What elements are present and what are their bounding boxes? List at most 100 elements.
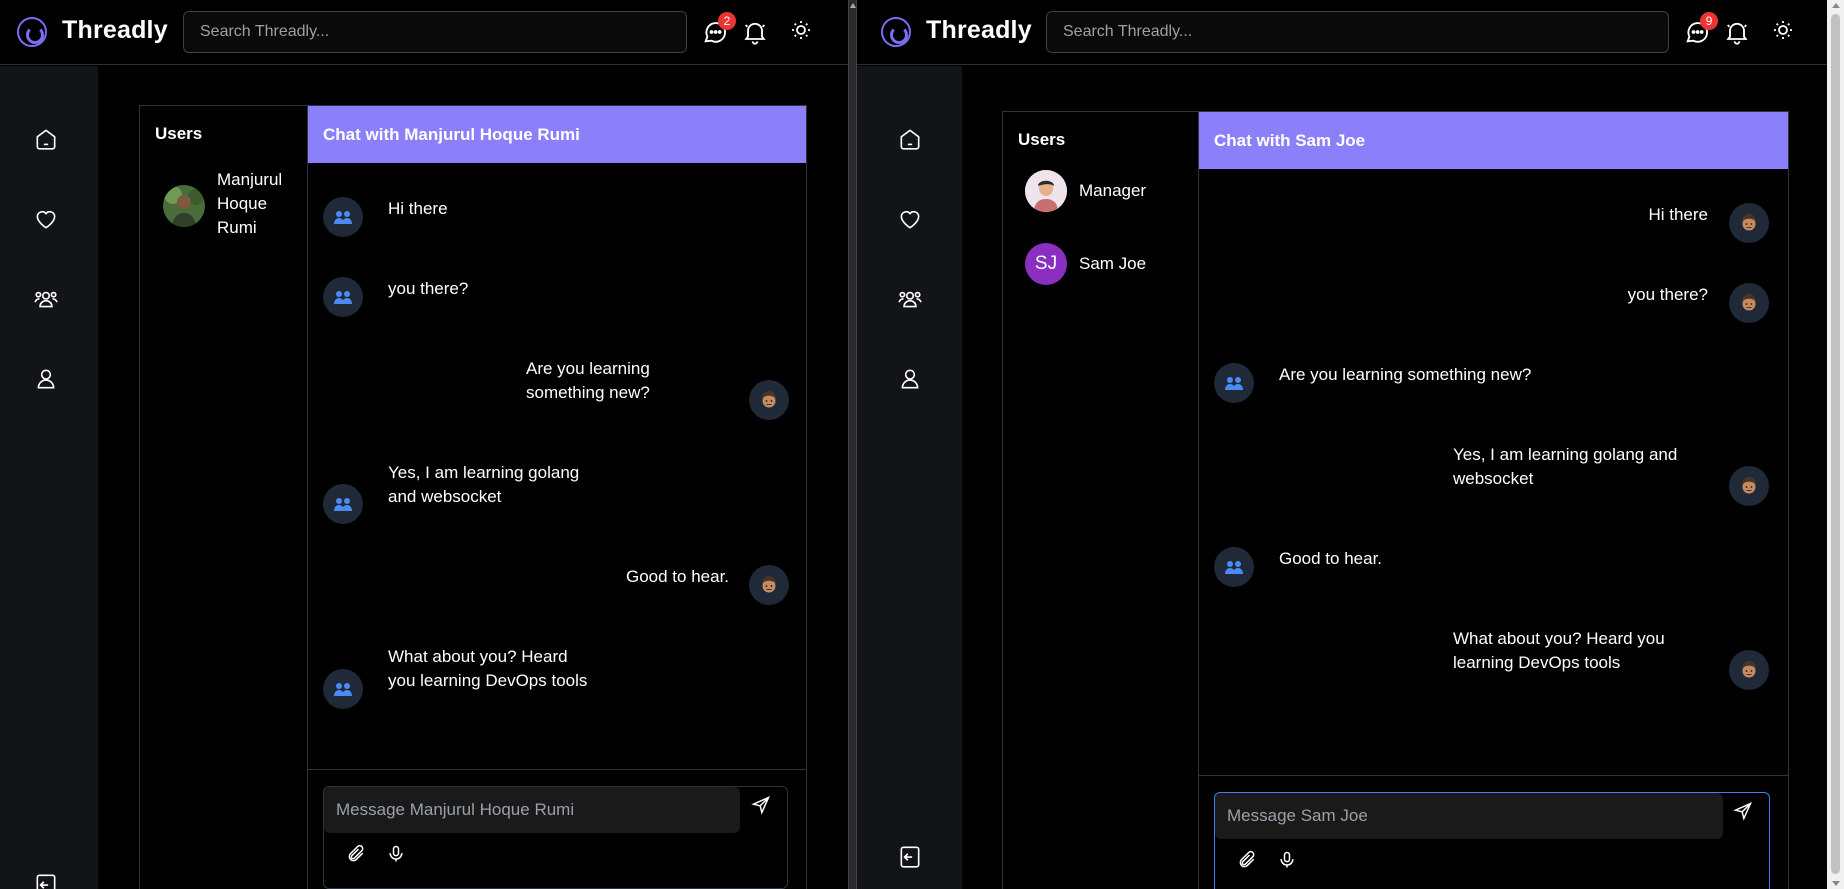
users-group-icon bbox=[1225, 560, 1243, 579]
right-app-window: Threadly 9 Users bbox=[857, 0, 1827, 889]
microphone-icon[interactable] bbox=[386, 844, 408, 866]
home-icon[interactable] bbox=[33, 126, 61, 154]
heart-icon[interactable] bbox=[897, 206, 925, 234]
avatar bbox=[1025, 170, 1067, 212]
send-icon[interactable] bbox=[751, 795, 777, 821]
user-item-sam-joe[interactable]: SJ Sam Joe bbox=[1003, 243, 1198, 301]
users-group-icon[interactable] bbox=[897, 286, 925, 314]
heart-icon[interactable] bbox=[33, 206, 61, 234]
message-composer bbox=[323, 786, 788, 889]
users-title: Users bbox=[155, 124, 203, 143]
message-line: Hi there bbox=[388, 199, 448, 218]
search-input[interactable] bbox=[1046, 11, 1669, 53]
message-incoming: Are you learning something new? bbox=[1279, 363, 1531, 387]
face-icon bbox=[1740, 213, 1758, 238]
message-composer bbox=[1214, 792, 1770, 889]
user-item-manjurul[interactable]: Manjurul Hoque Rumi bbox=[140, 168, 307, 243]
self-avatar bbox=[1729, 650, 1769, 690]
message-outgoing: Yes, I am learning golang and websocket bbox=[1453, 443, 1677, 491]
message-line: and websocket bbox=[388, 487, 502, 506]
home-icon[interactable] bbox=[897, 126, 925, 154]
messages-badge: 9 bbox=[1700, 12, 1718, 30]
users-column: Users Manjurul Hoque Rumi bbox=[140, 106, 308, 889]
sidebar-nav bbox=[0, 66, 98, 889]
chat-header: Chat with Sam Joe bbox=[1199, 112, 1788, 169]
search-input[interactable] bbox=[183, 11, 687, 53]
messages-badge: 2 bbox=[718, 12, 736, 30]
logo-icon bbox=[17, 17, 47, 47]
avatar bbox=[163, 185, 205, 227]
bell-icon[interactable] bbox=[1723, 18, 1751, 46]
message-input[interactable] bbox=[1215, 793, 1723, 839]
users-group-icon bbox=[334, 682, 352, 701]
message-outgoing: you there? bbox=[1628, 283, 1708, 307]
users-group-icon bbox=[334, 290, 352, 309]
message-line: What about you? Heard bbox=[388, 647, 568, 666]
pane-divider[interactable] bbox=[848, 0, 857, 889]
user-name: Manager bbox=[1079, 181, 1147, 200]
message-incoming: What about you? Heard you learning DevOp… bbox=[388, 645, 587, 693]
contact-avatar bbox=[323, 277, 363, 317]
chat-panel: Users Manjurul Hoque Rumi Chat with Manj… bbox=[139, 105, 807, 889]
message-incoming: Good to hear. bbox=[1279, 547, 1382, 571]
paperclip-icon[interactable] bbox=[346, 844, 368, 866]
composer-divider bbox=[308, 769, 806, 770]
users-column: Users Manager SJ Sam Joe bbox=[1003, 112, 1199, 889]
scroll-up-icon[interactable] bbox=[1832, 3, 1840, 8]
chat-title: Chat with Sam Joe bbox=[1214, 131, 1366, 150]
messages-icon[interactable]: 2 bbox=[701, 12, 736, 46]
user-name: Sam Joe bbox=[1079, 254, 1147, 273]
messages-icon[interactable]: 9 bbox=[1683, 12, 1718, 46]
message-line: Hi there bbox=[1648, 205, 1708, 224]
message-incoming: Yes, I am learning golang and websocket bbox=[388, 461, 579, 509]
message-line: learning DevOps tools bbox=[1453, 653, 1621, 672]
send-icon[interactable] bbox=[1733, 801, 1759, 827]
message-incoming: you there? bbox=[388, 277, 468, 301]
chat-header: Chat with Manjurul Hoque Rumi bbox=[308, 106, 806, 163]
self-avatar bbox=[1729, 203, 1769, 243]
user-name-line: Hoque bbox=[217, 194, 268, 213]
user-name-line: Manjurul bbox=[217, 170, 283, 189]
message-line: you learning DevOps tools bbox=[388, 671, 588, 690]
logout-icon[interactable] bbox=[33, 872, 61, 889]
self-avatar bbox=[749, 565, 789, 605]
brand-name: Threadly bbox=[62, 16, 168, 44]
user-icon[interactable] bbox=[33, 366, 61, 394]
sun-icon[interactable] bbox=[1771, 18, 1799, 46]
users-group-icon bbox=[334, 497, 352, 516]
chat-panel: Users Manager SJ Sam Joe Chat with Sam J… bbox=[1002, 111, 1789, 889]
chat-area: Chat with Manjurul Hoque Rumi Hi there y… bbox=[308, 106, 806, 889]
microphone-icon[interactable] bbox=[1277, 850, 1299, 872]
message-line: you there? bbox=[1627, 285, 1708, 304]
topbar: Threadly 2 bbox=[0, 0, 848, 65]
message-input[interactable] bbox=[324, 787, 740, 833]
user-item-manager[interactable]: Manager bbox=[1003, 170, 1198, 228]
message-line: Yes, I am learning golang bbox=[388, 463, 580, 482]
avatar: SJ bbox=[1025, 243, 1067, 285]
composer-divider bbox=[1199, 775, 1788, 776]
page-scrollbar[interactable] bbox=[1827, 0, 1844, 889]
users-group-icon bbox=[1225, 376, 1243, 395]
face-icon bbox=[1740, 293, 1758, 318]
user-name-line: Rumi bbox=[217, 218, 257, 237]
face-icon bbox=[1740, 660, 1758, 685]
sun-icon[interactable] bbox=[789, 18, 817, 46]
scroll-down-icon[interactable] bbox=[1832, 881, 1840, 886]
scrollbar-thumb[interactable] bbox=[1831, 14, 1840, 874]
user-name: Manjurul Hoque Rumi bbox=[217, 168, 282, 240]
face-icon bbox=[760, 575, 778, 600]
logo-icon bbox=[881, 17, 911, 47]
contact-avatar bbox=[1214, 547, 1254, 587]
brand-name: Threadly bbox=[926, 16, 1032, 44]
message-outgoing: Are you learning something new? bbox=[526, 357, 650, 405]
logout-icon[interactable] bbox=[897, 844, 925, 872]
contact-avatar bbox=[1214, 363, 1254, 403]
message-line: websocket bbox=[1453, 469, 1534, 488]
users-group-icon[interactable] bbox=[33, 286, 61, 314]
left-app-window: Threadly 2 Users bbox=[0, 0, 848, 889]
bell-icon[interactable] bbox=[741, 18, 769, 46]
paperclip-icon[interactable] bbox=[1237, 850, 1259, 872]
topbar: Threadly 9 bbox=[857, 0, 1827, 65]
user-icon[interactable] bbox=[897, 366, 925, 394]
users-title: Users bbox=[1018, 130, 1066, 149]
